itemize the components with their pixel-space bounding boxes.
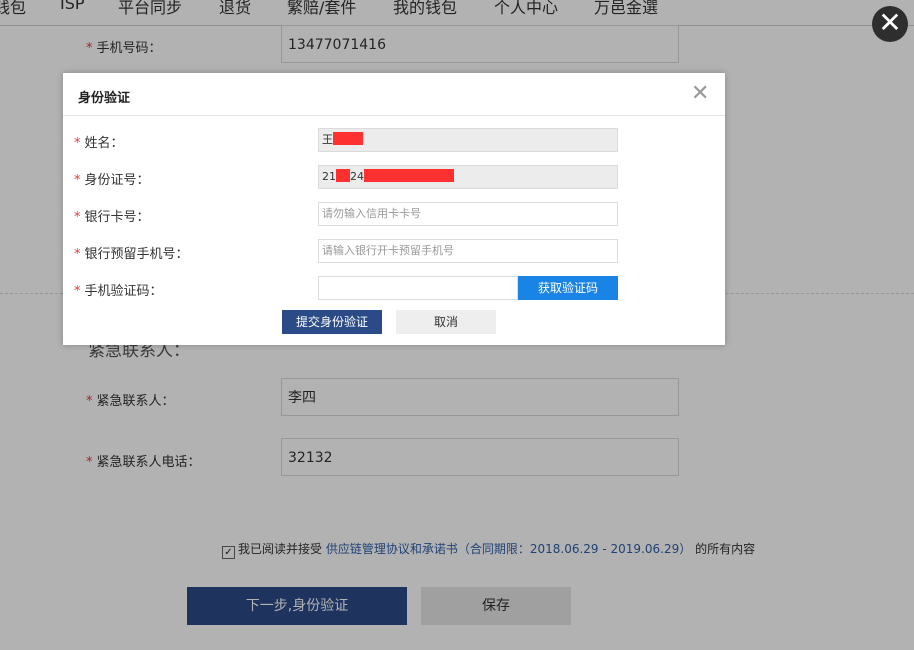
- required-star: *: [74, 284, 81, 299]
- name-field: 王: [318, 128, 618, 152]
- name-row: * 姓名： 王: [63, 128, 725, 152]
- page: 钱包 ISP 平台同步 退货 繁赔/套件 我的钱包 个人中心 万邑金選 * 手机号…: [0, 0, 914, 650]
- required-star: *: [74, 136, 81, 151]
- sms-code-input[interactable]: [318, 276, 518, 300]
- bank-card-label: * 银行卡号：: [74, 210, 150, 225]
- bank-card-input[interactable]: 请勿输入信用卡卡号: [318, 202, 618, 226]
- bank-card-row: * 银行卡号： 请勿输入信用卡卡号: [63, 202, 725, 226]
- identity-verification-dialog: 身份验证 ✕ * 姓名： 王 * 身份证号： 21 24 * 银行卡号： 请勿输入信用卡…: [63, 73, 725, 345]
- redaction-mark: [333, 132, 363, 145]
- dialog-header: 身份验证 ✕: [63, 73, 725, 116]
- submit-verification-button[interactable]: 提交身份验证: [282, 310, 382, 334]
- sms-code-label: * 手机验证码：: [74, 284, 163, 299]
- id-number-field: 21 24: [318, 165, 618, 189]
- bank-phone-label: * 银行预留手机号：: [74, 247, 189, 262]
- get-code-button[interactable]: 获取验证码: [518, 276, 618, 300]
- cancel-button[interactable]: 取消: [396, 310, 496, 334]
- id-number-label: * 身份证号：: [74, 173, 150, 188]
- redaction-mark: [336, 169, 350, 182]
- id-number-row: * 身份证号： 21 24: [63, 165, 725, 189]
- dialog-close-icon[interactable]: ✕: [691, 81, 709, 107]
- dialog-title: 身份验证: [78, 91, 131, 106]
- sms-code-row: * 手机验证码：: [63, 276, 725, 300]
- bank-phone-input[interactable]: 请输入银行开卡预留手机号: [318, 239, 618, 263]
- required-star: *: [74, 210, 81, 225]
- name-label: * 姓名：: [74, 136, 124, 151]
- required-star: *: [74, 173, 81, 188]
- required-star: *: [74, 247, 81, 262]
- bank-phone-row: * 银行预留手机号： 请输入银行开卡预留手机号: [63, 239, 725, 263]
- overlay-close-icon[interactable]: ✕: [872, 6, 908, 42]
- redaction-mark: [364, 169, 454, 182]
